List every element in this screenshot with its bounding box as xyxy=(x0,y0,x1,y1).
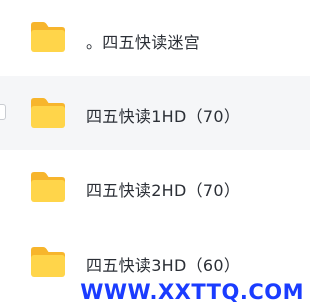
file-list: 。四五快读迷宫 四五快读1HD（70） 四五快读2HD（70） 四五快读3HD（… xyxy=(0,0,310,307)
folder-icon xyxy=(31,247,65,277)
row-checkbox[interactable] xyxy=(0,104,6,120)
folder-name: 四五快读3HD（60） xyxy=(86,256,241,275)
folder-icon xyxy=(31,22,65,52)
folder-row[interactable]: 。四五快读迷宫 xyxy=(0,3,310,77)
folder-name: 四五快读1HD（70） xyxy=(86,107,241,126)
folder-name: 四五快读2HD（70） xyxy=(86,181,241,200)
folder-row[interactable]: 四五快读2HD（70） xyxy=(0,150,310,224)
folder-name: 。四五快读迷宫 xyxy=(86,33,201,52)
folder-icon xyxy=(31,172,65,202)
folder-icon xyxy=(31,98,65,128)
folder-row[interactable]: 四五快读1HD（70） xyxy=(0,76,310,150)
watermark-text: WWW.XXTTQ.COM xyxy=(80,280,304,304)
